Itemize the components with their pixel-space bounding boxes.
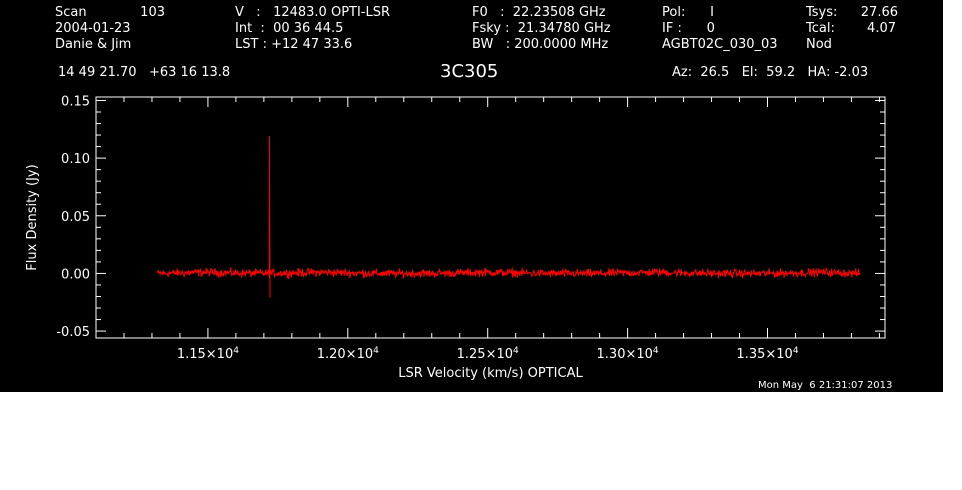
spectrum-chart: 1.15×104 1.20×104 1.25×104 1.30×104 1.35×104… xyxy=(25,94,886,381)
y-tick-label: -0.05 xyxy=(56,325,90,340)
x-tick-label: 1.15×104 xyxy=(177,346,239,362)
spectrum-display: Scan 103 2004-01-23 Danie & Jim V : 1248… xyxy=(0,0,943,392)
plot-timestamp: Mon May 6 21:31:07 2013 xyxy=(758,380,893,391)
spectrum-line xyxy=(157,136,861,298)
x-axis-label: LSR Velocity (km/s) OPTICAL xyxy=(398,366,583,381)
x-tick-label: 1.25×104 xyxy=(457,346,519,362)
plot-frame xyxy=(95,96,886,339)
y-axis-label: Flux Density (Jy) xyxy=(25,164,40,270)
x-tick-label: 1.20×104 xyxy=(317,346,379,362)
y-tick-label: 0.10 xyxy=(61,152,90,167)
y-tick-label: 0.15 xyxy=(61,94,90,109)
x-tick-label: 1.30×104 xyxy=(597,346,659,362)
x-tick-label: 1.35×104 xyxy=(736,346,798,362)
y-tick-label: 0.05 xyxy=(61,210,90,225)
y-tick-label: 0.00 xyxy=(61,267,90,282)
